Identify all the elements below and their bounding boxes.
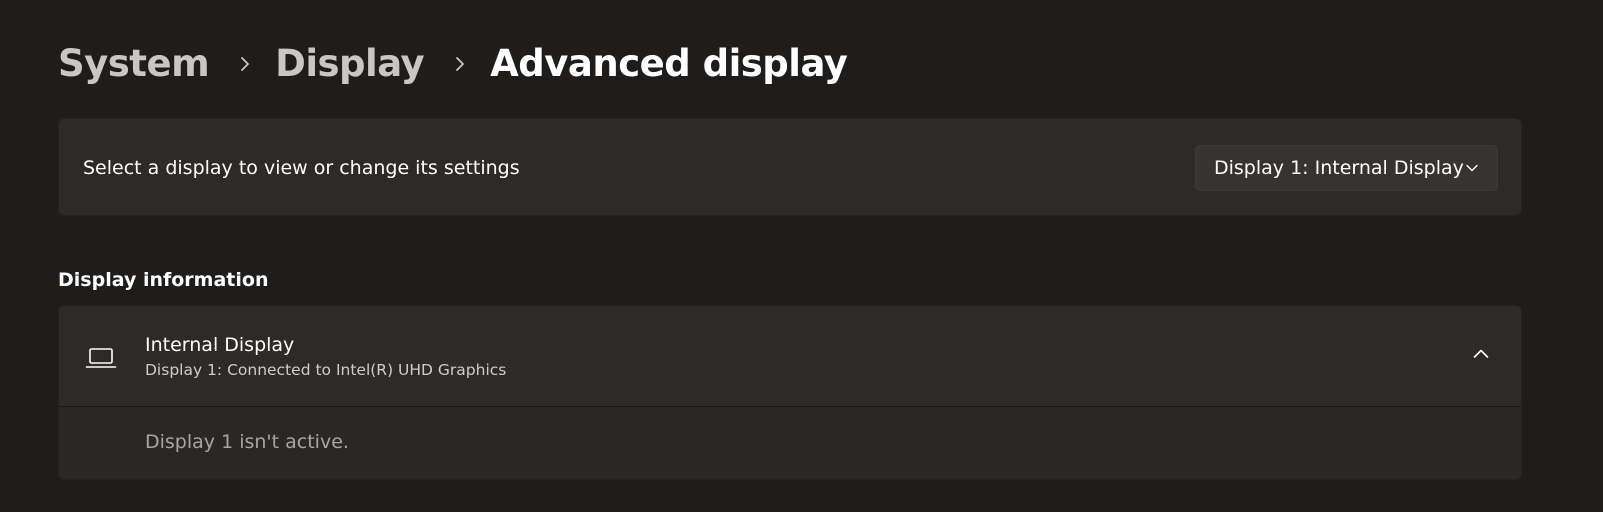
chevron-right-icon	[233, 38, 257, 90]
breadcrumb-display[interactable]: Display	[275, 38, 425, 90]
breadcrumb: System Display Advanced display	[58, 38, 848, 90]
breadcrumb-system[interactable]: System	[58, 38, 210, 90]
section-title-display-information: Display information	[58, 269, 269, 291]
display-connection-info: Display 1: Connected to Intel(R) UHD Gra…	[145, 361, 507, 379]
expander-content: Display 1 isn't active.	[59, 407, 1521, 479]
chevron-down-icon	[1465, 161, 1479, 175]
display-information-expander: Internal Display Display 1: Connected to…	[58, 305, 1522, 480]
display-select-dropdown[interactable]: Display 1: Internal Display	[1195, 145, 1498, 191]
chevron-up-icon	[1472, 345, 1490, 367]
display-selector-card: Select a display to view or change its s…	[58, 118, 1522, 216]
advanced-display-page: System Display Advanced display Select a…	[0, 0, 1603, 512]
dropdown-selected-value: Display 1: Internal Display	[1214, 157, 1464, 179]
page-title: Advanced display	[490, 42, 848, 85]
display-selector-label: Select a display to view or change its s…	[83, 157, 520, 179]
display-status-text: Display 1 isn't active.	[145, 431, 349, 453]
expander-header[interactable]: Internal Display Display 1: Connected to…	[59, 306, 1521, 407]
chevron-right-icon	[448, 38, 472, 90]
collapse-button[interactable]	[1463, 338, 1499, 374]
display-name: Internal Display	[145, 334, 295, 356]
laptop-icon	[85, 342, 117, 370]
